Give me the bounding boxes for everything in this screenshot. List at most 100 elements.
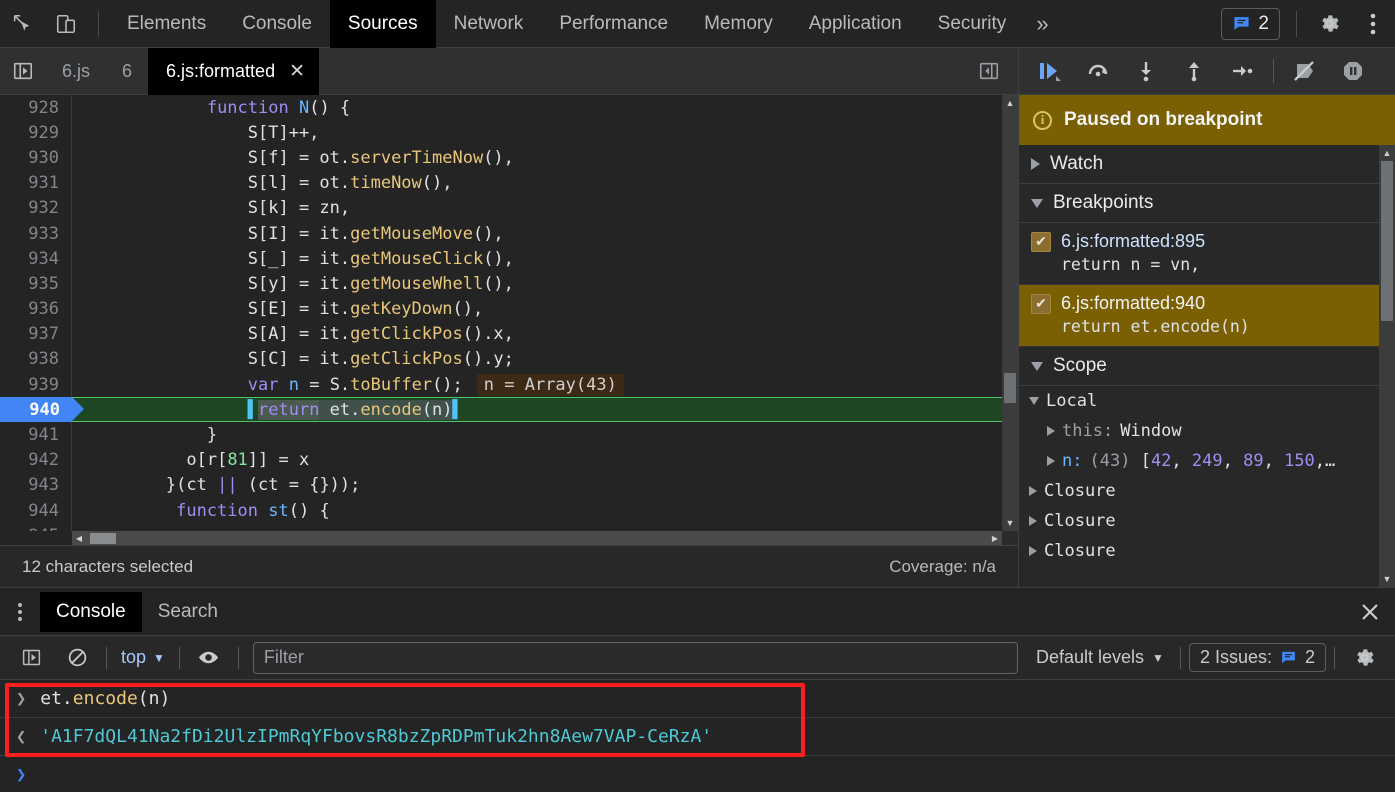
chevron-right-icon[interactable] [1029, 486, 1037, 496]
breakpoint-item[interactable]: ✔ 6.js:formatted:940 return et.encode(n) [1019, 285, 1379, 347]
line-number[interactable]: 932 [0, 195, 72, 221]
code-line[interactable]: 937 S[A] = it. getClickPos ().x, [0, 321, 1002, 347]
breakpoint-location[interactable]: 6.js:formatted:940 [1061, 293, 1205, 314]
code-line[interactable]: 939 var n = S. toBuffer (); n = Array(43) [0, 372, 1002, 398]
chevron-right-icon[interactable] [1047, 426, 1055, 436]
code-text[interactable]: function N() { [72, 95, 1002, 120]
settings-gear-icon[interactable] [1307, 2, 1351, 46]
console-settings-gear-icon[interactable] [1343, 638, 1385, 678]
code-text[interactable]: var n = S. toBuffer (); n = Array(43) [72, 372, 1002, 397]
chevron-right-icon[interactable] [1029, 546, 1037, 556]
line-number[interactable]: 931 [0, 170, 72, 196]
code-text[interactable]: S[_] = it. getMouseClick (), [72, 246, 1002, 271]
deactivate-breakpoints-icon[interactable] [1282, 49, 1328, 93]
drawer-tab-console[interactable]: Console [40, 591, 142, 632]
inspect-element-icon[interactable] [0, 2, 44, 46]
code-text[interactable]: function st() { [72, 498, 1002, 523]
step-into-icon[interactable] [1123, 49, 1169, 93]
line-number[interactable]: 928 [0, 95, 72, 121]
scroll-up-icon[interactable]: ▲ [1002, 95, 1018, 111]
tab-memory[interactable]: Memory [686, 0, 791, 48]
line-number[interactable]: 945 [0, 523, 72, 531]
issues-counter-button[interactable]: 2 [1221, 7, 1280, 40]
code-text[interactable]: S[I] = it. getMouseMove (), [72, 221, 1002, 246]
live-expression-eye-icon[interactable] [188, 638, 230, 678]
pause-on-exceptions-icon[interactable] [1330, 49, 1376, 93]
debugger-vertical-scrollbar[interactable]: ▲ ▼ [1379, 145, 1395, 587]
console-issues-button[interactable]: 2 Issues: 2 [1188, 643, 1326, 672]
drawer-more-options-icon[interactable] [0, 590, 40, 634]
line-number[interactable]: 933 [0, 220, 72, 247]
code-text[interactable]: S[f] = ot. serverTimeNow (), [72, 145, 1002, 170]
coverage-status[interactable]: Coverage: n/a [889, 557, 1018, 577]
clear-console-icon[interactable] [56, 638, 98, 678]
line-number[interactable]: 929 [0, 120, 72, 146]
debugger-scroll-thumb[interactable] [1381, 161, 1393, 321]
chevron-down-icon[interactable] [1029, 397, 1039, 405]
tab-application[interactable]: Application [791, 0, 920, 48]
line-number[interactable]: 930 [0, 145, 72, 171]
debugger-scroll-up-icon[interactable]: ▲ [1379, 145, 1395, 161]
code-line[interactable]: 945 [0, 523, 1002, 531]
scroll-down-icon[interactable]: ▼ [1002, 515, 1018, 531]
code-line[interactable]: 935 S[y] = it. getMouseWhell (), [0, 271, 1002, 297]
drawer-tab-search[interactable]: Search [142, 592, 234, 632]
close-tab-icon[interactable]: ✕ [289, 60, 305, 83]
editor-vertical-scrollbar[interactable]: ▲ ▼ [1002, 95, 1018, 531]
show-debugger-sidebar-icon[interactable] [960, 60, 1018, 82]
vertical-scroll-track[interactable] [1002, 111, 1018, 515]
line-number[interactable]: 935 [0, 271, 72, 297]
resume-script-icon[interactable] [1027, 49, 1073, 93]
chevron-right-icon[interactable] [1047, 456, 1055, 466]
close-drawer-icon[interactable] [1345, 600, 1395, 624]
section-scope[interactable]: Scope [1019, 347, 1379, 386]
editor-tab-6js-formatted[interactable]: 6.js:formatted ✕ [148, 47, 319, 95]
line-number[interactable]: 942 [0, 447, 72, 473]
tab-elements[interactable]: Elements [109, 0, 224, 48]
console-filter-input[interactable] [252, 641, 1018, 674]
tab-console[interactable]: Console [224, 0, 330, 48]
tab-security[interactable]: Security [920, 0, 1025, 48]
section-breakpoints[interactable]: Breakpoints [1019, 184, 1379, 223]
console-prompt[interactable]: ❯ [0, 756, 1395, 792]
code-text[interactable]: o[r[81]] = x [72, 448, 1002, 473]
code-editor[interactable]: 928 function N() {929 S[T]++, 930 S[f] = … [0, 95, 1018, 545]
line-number[interactable]: 940 [0, 397, 84, 423]
scope-row[interactable]: Closure [1019, 476, 1379, 506]
show-navigator-icon[interactable] [0, 48, 46, 94]
code-line[interactable]: 931 S[l] = ot. timeNow (), [0, 170, 1002, 196]
line-number[interactable]: 943 [0, 472, 72, 498]
debugger-scroll-down-icon[interactable]: ▼ [1379, 571, 1395, 587]
breadcrumb-folder[interactable]: 6 [106, 61, 148, 82]
step-out-icon[interactable] [1171, 49, 1217, 93]
console-messages[interactable]: ❯ et.encode(n) ❮ 'A1F7dQL41Na2fDi2UlzIPm… [0, 680, 1395, 792]
breakpoint-checkbox[interactable]: ✔ [1031, 293, 1051, 314]
line-number[interactable]: 941 [0, 422, 72, 448]
line-number[interactable]: 937 [0, 321, 72, 347]
code-text[interactable]: } [72, 422, 1002, 447]
line-number[interactable]: 939 [0, 372, 72, 398]
code-text[interactable]: S[T]++, [72, 120, 1002, 145]
code-line[interactable]: 941 } [0, 422, 1002, 448]
code-text[interactable]: }(ct || (ct = {})); [72, 473, 1002, 498]
tab-sources[interactable]: Sources [329, 0, 436, 48]
step-icon[interactable] [1219, 49, 1265, 93]
breakpoint-location[interactable]: 6.js:formatted:895 [1061, 231, 1205, 252]
tab-network[interactable]: Network [436, 0, 542, 48]
chevron-right-icon[interactable] [1029, 516, 1037, 526]
more-options-kebab-icon[interactable] [1351, 2, 1395, 46]
code-text[interactable]: S[C] = it. getClickPos ().y; [72, 347, 1002, 372]
line-number[interactable]: 934 [0, 246, 72, 272]
editor-horizontal-scrollbar[interactable]: ◀ ▶ [72, 531, 1002, 545]
code-text[interactable] [72, 523, 1002, 531]
code-text[interactable]: S[l] = ot. timeNow (), [72, 171, 1002, 196]
code-line[interactable]: 934 S[_] = it. getMouseClick (), [0, 246, 1002, 272]
code-line[interactable]: 940 ▌ return et. encode (n) ▌ [0, 397, 1002, 423]
code-text[interactable]: S[A] = it. getClickPos ().x, [72, 322, 1002, 347]
console-sidebar-toggle-icon[interactable] [10, 638, 52, 678]
debugger-scroll-track[interactable] [1379, 161, 1395, 571]
code-text[interactable]: ▌ return et. encode (n) ▌ [72, 397, 1002, 423]
breakpoint-checkbox[interactable]: ✔ [1031, 231, 1051, 252]
horizontal-scroll-thumb[interactable] [90, 532, 116, 544]
code-line[interactable]: 936 S[E] = it. getKeyDown (), [0, 296, 1002, 322]
